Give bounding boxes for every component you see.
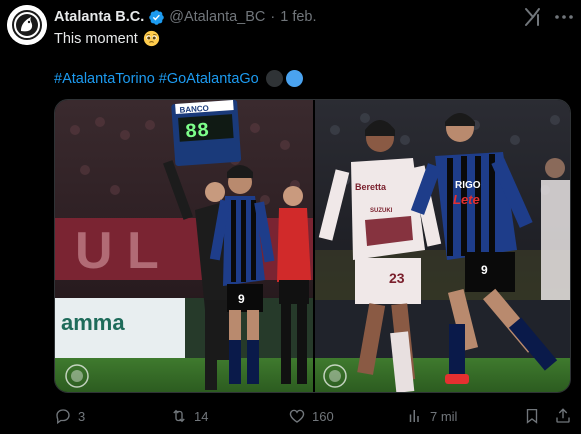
timestamp[interactable]: 1 feb. [280,9,316,25]
blue-circle-icon [285,70,303,87]
repost-count: 14 [194,408,209,424]
svg-text:Beretta: Beretta [355,182,387,192]
bookmark-button[interactable] [523,407,547,425]
author-name[interactable]: Atalanta B.C. [54,9,144,25]
svg-text:88: 88 [184,120,210,145]
svg-text:U L: U L [75,222,159,280]
svg-text:23: 23 [389,270,405,286]
tweet-text: This moment [54,30,160,47]
svg-text:Lete: Lete [453,192,480,207]
like-count: 160 [312,408,334,424]
views-chart-icon [409,410,419,422]
tweet-header: Atalanta B.C. @Atalanta_BC · 1 feb. [54,8,317,26]
svg-text:RIGO: RIGO [455,180,481,191]
author-handle[interactable]: @Atalanta_BC [169,9,265,25]
like-button[interactable]: 160 [288,407,334,425]
hashtag-goatalantago[interactable]: #GoAtalantaGo [159,71,259,87]
views-count: 7 mil [430,408,458,424]
share-button[interactable] [554,407,578,425]
tweet-media[interactable]: U L amma BANCO 88 9 Beretta SUZUKI 23 RI… [54,99,571,393]
black-circle-icon [265,70,283,87]
repost-button[interactable]: 14 [170,407,208,425]
svg-text:9: 9 [238,292,245,306]
reply-button[interactable]: 3 [54,407,85,425]
share-icon [556,408,570,423]
repost-icon [173,409,185,423]
avatar[interactable] [7,5,47,45]
svg-text:SUZUKI: SUZUKI [370,208,393,214]
hashtags: #AtalantaTorino #GoAtalantaGo [54,70,303,87]
heart-icon [289,409,305,423]
atalanta-logo-icon [7,5,47,45]
right-image: Beretta SUZUKI 23 RIGO Lete 9 [315,100,570,392]
pleading-face-emoji-icon [143,30,159,47]
svg-text:9: 9 [481,263,488,277]
separator-dot: · [270,9,276,25]
hashtag-atalantatorino[interactable]: #AtalantaTorino [54,71,155,87]
left-image: U L amma BANCO 88 9 [55,100,313,392]
views-button[interactable]: 7 mil [406,407,457,425]
tweet-text-content: This moment [54,30,138,47]
tweet-actions: 3 14 160 7 mil [54,407,579,427]
verified-badge-icon [149,9,165,25]
reply-count: 3 [78,408,86,424]
ad-board-text: amma [61,310,125,335]
substitution-board: BANCO 88 [171,100,242,166]
more-options-icon[interactable] [553,9,575,25]
grok-icon[interactable] [523,6,543,28]
reply-icon [56,409,70,425]
media-image: U L amma BANCO 88 9 Beretta SUZUKI 23 RI… [55,100,570,392]
bookmark-icon [526,408,538,424]
